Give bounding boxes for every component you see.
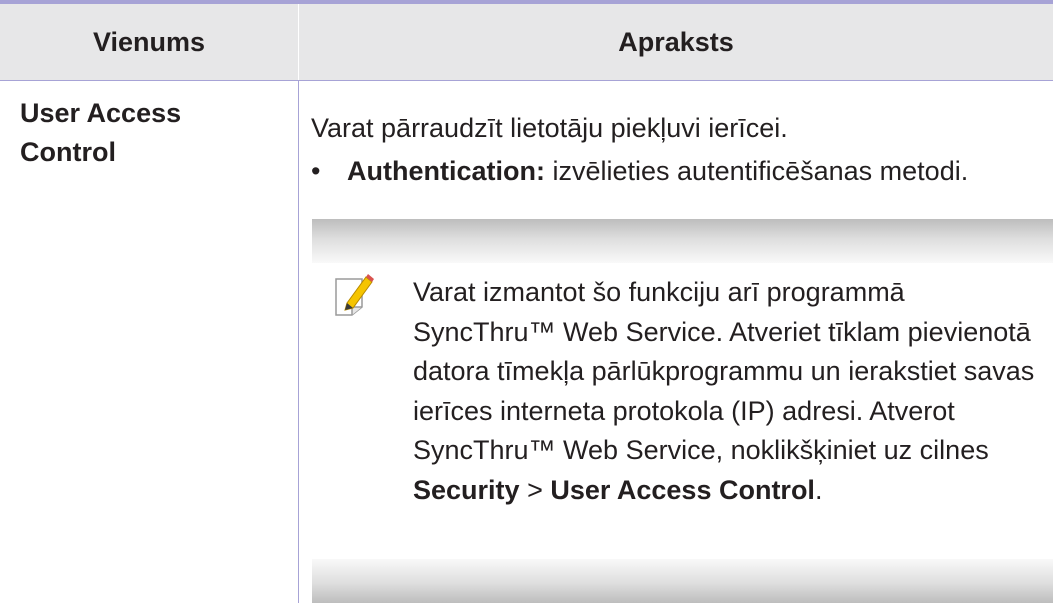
item-name-cell: User Access Control: [20, 98, 182, 167]
column-header-item: Vienums: [92, 27, 206, 57]
bullet-marker: •: [311, 156, 321, 186]
bullet-text: izvēlieties autentificēšanas metodi.: [544, 156, 969, 186]
bullet-item-authentication: • Authentication: izvēlieties autentificē…: [311, 155, 968, 187]
settings-table: Vienums Apraksts User Access Control Var…: [0, 0, 1053, 603]
bullet-label: Authentication:: [347, 156, 545, 186]
user-access-control-menu-label: User Access Control: [550, 474, 815, 505]
menu-path-separator: >: [519, 474, 551, 505]
description-intro: Varat pārraudzīt lietotāju piekļuvi ierī…: [311, 113, 788, 143]
note-text-main: Varat izmantot šo funkciju arī programmā…: [413, 277, 1035, 465]
note-pencil-icon: [332, 273, 378, 319]
column-header-description: Apraksts: [618, 27, 734, 57]
note-band-bottom: [312, 559, 1053, 603]
note-text: Varat izmantot šo funkciju arī programmā…: [413, 273, 1053, 510]
table-header-row: Vienums Apraksts: [0, 4, 1053, 81]
column-divider: [298, 81, 299, 603]
note-band-top: [312, 219, 1053, 263]
security-menu-label: Security: [413, 474, 520, 505]
document-page: Vienums Apraksts User Access Control Var…: [0, 0, 1053, 603]
note-end-period: .: [814, 474, 823, 505]
